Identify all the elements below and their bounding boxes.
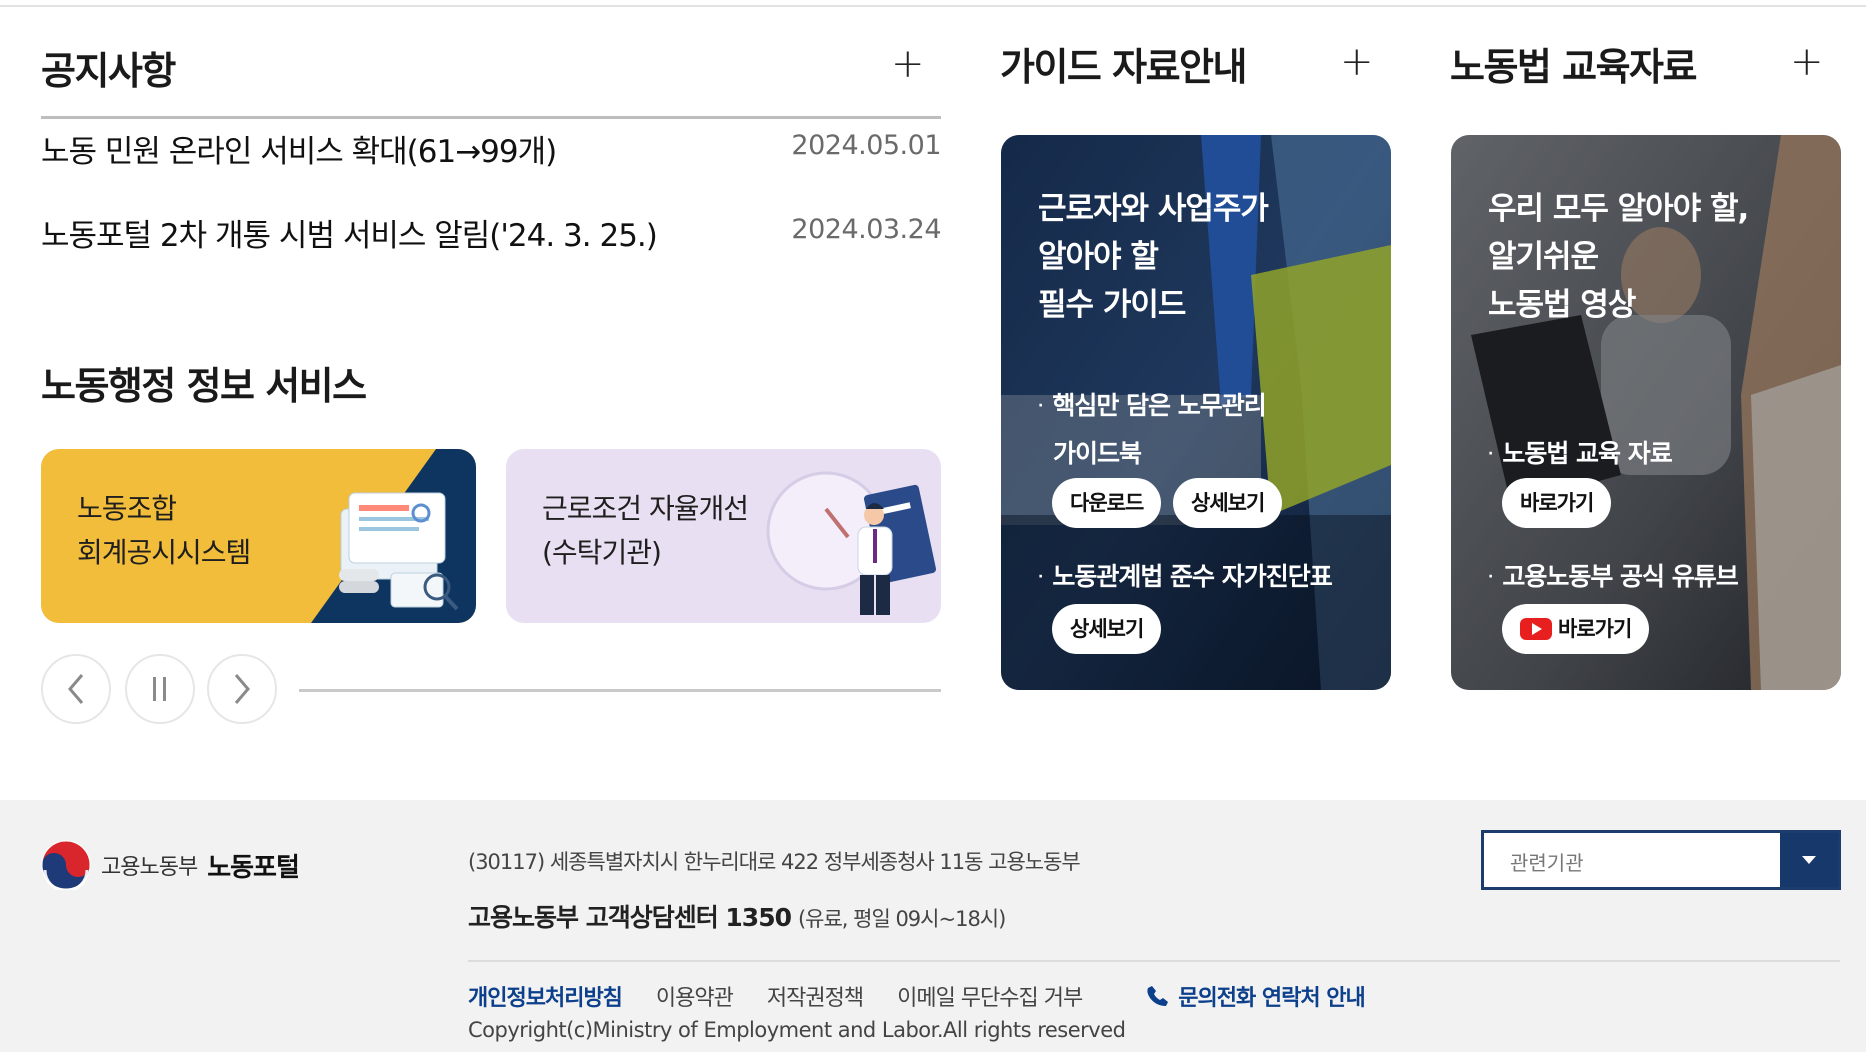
edu-title: 노동법 교육자료 (1450, 45, 1697, 89)
pause-icon (153, 677, 166, 701)
privacy-policy-link[interactable]: 개인정보처리방침 (468, 980, 623, 1012)
guide-heading-line: 근로자와 사업주가 (1038, 191, 1269, 227)
copyright-policy-link[interactable]: 저작권정책 (767, 980, 864, 1012)
related-agencies-placeholder: 관련기관 (1510, 851, 1584, 875)
notice-more-plus-icon[interactable]: + (891, 44, 925, 84)
notice-item-title[interactable]: 노동 민원 온라인 서비스 확대(61→99개) (41, 126, 557, 171)
footer: 고용노동부 노동포털 (30117) 세종특별자치시 한누리대로 422 정부세… (0, 800, 1866, 1052)
contact-info-label: 문의전화 연락처 안내 (1178, 986, 1365, 1011)
checklist-detail-button[interactable]: 상세보기 (1052, 604, 1162, 654)
terms-link[interactable]: 이용약관 (656, 980, 734, 1012)
services-title: 노동행정 정보 서비스 (41, 364, 367, 408)
bullet-icon: · (1488, 446, 1493, 462)
carousel-progress-bar (299, 689, 941, 692)
service-card-union-accounting[interactable]: 노동조합 회계공시시스템 (41, 449, 476, 623)
contact-info-link[interactable]: 문의전화 연락처 안내 (1146, 980, 1366, 1012)
guide-heading-line: 알아야 할 (1038, 239, 1159, 275)
edu-material-go-button[interactable]: 바로가기 (1502, 478, 1612, 528)
card-label-line: 근로조건 자율개선 (542, 492, 749, 525)
notice-item[interactable]: 노동 민원 온라인 서비스 확대(61→99개) 2024.05.01 (41, 126, 941, 176)
bullet-icon: · (1038, 398, 1043, 414)
notice-item-date: 2024.03.24 (791, 214, 941, 245)
top-divider (0, 5, 1866, 7)
footer-portal-name: 노동포털 (207, 852, 300, 883)
footer-call-center-label: 고용노동부 고객상담센터 1350 (468, 903, 792, 932)
edu-card: 우리 모두 알아야 할, 알기쉬운 노동법 영상 · 노동법 교육 자료 바로가기… (1451, 135, 1841, 690)
card-label-line: 회계공시시스템 (77, 536, 251, 569)
edu-heading-line: 우리 모두 알아야 할, (1488, 191, 1749, 227)
magnifier-person-icon (766, 471, 936, 615)
card-label-line: 노동조합 (77, 492, 177, 525)
guide-item-label-line: 노동관계법 준수 자가진단표 (1052, 562, 1332, 591)
youtube-go-label: 바로가기 (1558, 617, 1632, 641)
related-agencies-select[interactable]: 관련기관 (1481, 830, 1841, 890)
guide-item-label: · 노동관계법 준수 자가진단표 (1038, 553, 1333, 601)
footer-call-center: 고용노동부 고객상담센터 1350 (유료, 평일 09시~18시) (468, 898, 1006, 934)
guide-item-label-line: 가이드북 (1053, 439, 1142, 468)
guide-item-label-line: 핵심만 담은 노무관리 (1052, 391, 1266, 420)
edu-item-label: · 노동법 교육 자료 (1488, 430, 1673, 478)
service-card-work-conditions[interactable]: 근로조건 자율개선 (수탁기관) (506, 449, 941, 623)
guide-item-label: · 핵심만 담은 노무관리 가이드북 (1038, 382, 1267, 478)
card-label-line: (수탁기관) (542, 536, 662, 569)
bullet-icon: · (1038, 569, 1043, 585)
guide-more-plus-icon[interactable]: + (1340, 42, 1374, 82)
footer-links: 개인정보처리방침 이용약관 저작권정책 이메일 무단수집 거부 문의전화 연락처… (468, 980, 1366, 1012)
footer-copyright: Copyright(c)Ministry of Employment and L… (468, 1018, 1126, 1042)
notice-item-date: 2024.05.01 (791, 130, 941, 161)
footer-org-name: 고용노동부 (101, 855, 198, 880)
notice-divider (41, 116, 941, 119)
edu-heading: 우리 모두 알아야 할, 알기쉬운 노동법 영상 (1488, 185, 1749, 329)
chevron-down-icon[interactable] (1780, 833, 1838, 887)
chevron-right-icon (234, 674, 250, 704)
edu-item-label-text: 노동법 교육 자료 (1502, 439, 1672, 468)
youtube-go-button[interactable]: 바로가기 (1502, 604, 1650, 654)
footer-address: (30117) 세종특별자치시 한누리대로 422 정부세종청사 11동 고용노… (468, 850, 1081, 874)
guide-card: 근로자와 사업주가 알아야 할 필수 가이드 · 핵심만 담은 노무관리 가이드북… (1001, 135, 1391, 690)
email-refusal-link[interactable]: 이메일 무단수집 거부 (897, 980, 1083, 1012)
footer-call-center-hours: (유료, 평일 09시~18시) (797, 907, 1006, 931)
document-stack-icon (339, 492, 459, 611)
government-emblem-icon (41, 840, 91, 890)
edu-more-plus-icon[interactable]: + (1790, 42, 1824, 82)
notice-title: 공지사항 (41, 49, 176, 93)
guide-heading-line: 필수 가이드 (1038, 287, 1186, 323)
card-label: 노동조합 회계공시시스템 (77, 487, 251, 575)
carousel-pause-button[interactable] (125, 654, 195, 724)
guide-title: 가이드 자료안내 (1000, 45, 1247, 89)
edu-heading-line: 알기쉬운 (1488, 239, 1599, 275)
notice-item-title[interactable]: 노동포털 2차 개통 시범 서비스 알림('24. 3. 25.) (41, 210, 658, 255)
carousel-next-button[interactable] (207, 654, 277, 724)
youtube-icon (1520, 618, 1552, 640)
edu-item-label-text: 고용노동부 공식 유튜브 (1502, 562, 1738, 591)
footer-logo[interactable]: 고용노동부 노동포털 (41, 840, 300, 890)
edu-heading-line: 노동법 영상 (1488, 287, 1636, 323)
card-label: 근로조건 자율개선 (수탁기관) (542, 487, 749, 575)
edu-item-label: · 고용노동부 공식 유튜브 (1488, 553, 1739, 601)
download-button[interactable]: 다운로드 (1052, 478, 1162, 528)
guide-detail-button[interactable]: 상세보기 (1173, 478, 1283, 528)
bullet-icon: · (1488, 569, 1493, 585)
phone-icon (1147, 986, 1169, 1006)
notice-item[interactable]: 노동포털 2차 개통 시범 서비스 알림('24. 3. 25.) 2024.0… (41, 210, 941, 260)
chevron-left-icon (68, 674, 84, 704)
carousel-prev-button[interactable] (41, 654, 111, 724)
footer-divider (468, 960, 1840, 962)
guide-heading: 근로자와 사업주가 알아야 할 필수 가이드 (1038, 185, 1269, 329)
